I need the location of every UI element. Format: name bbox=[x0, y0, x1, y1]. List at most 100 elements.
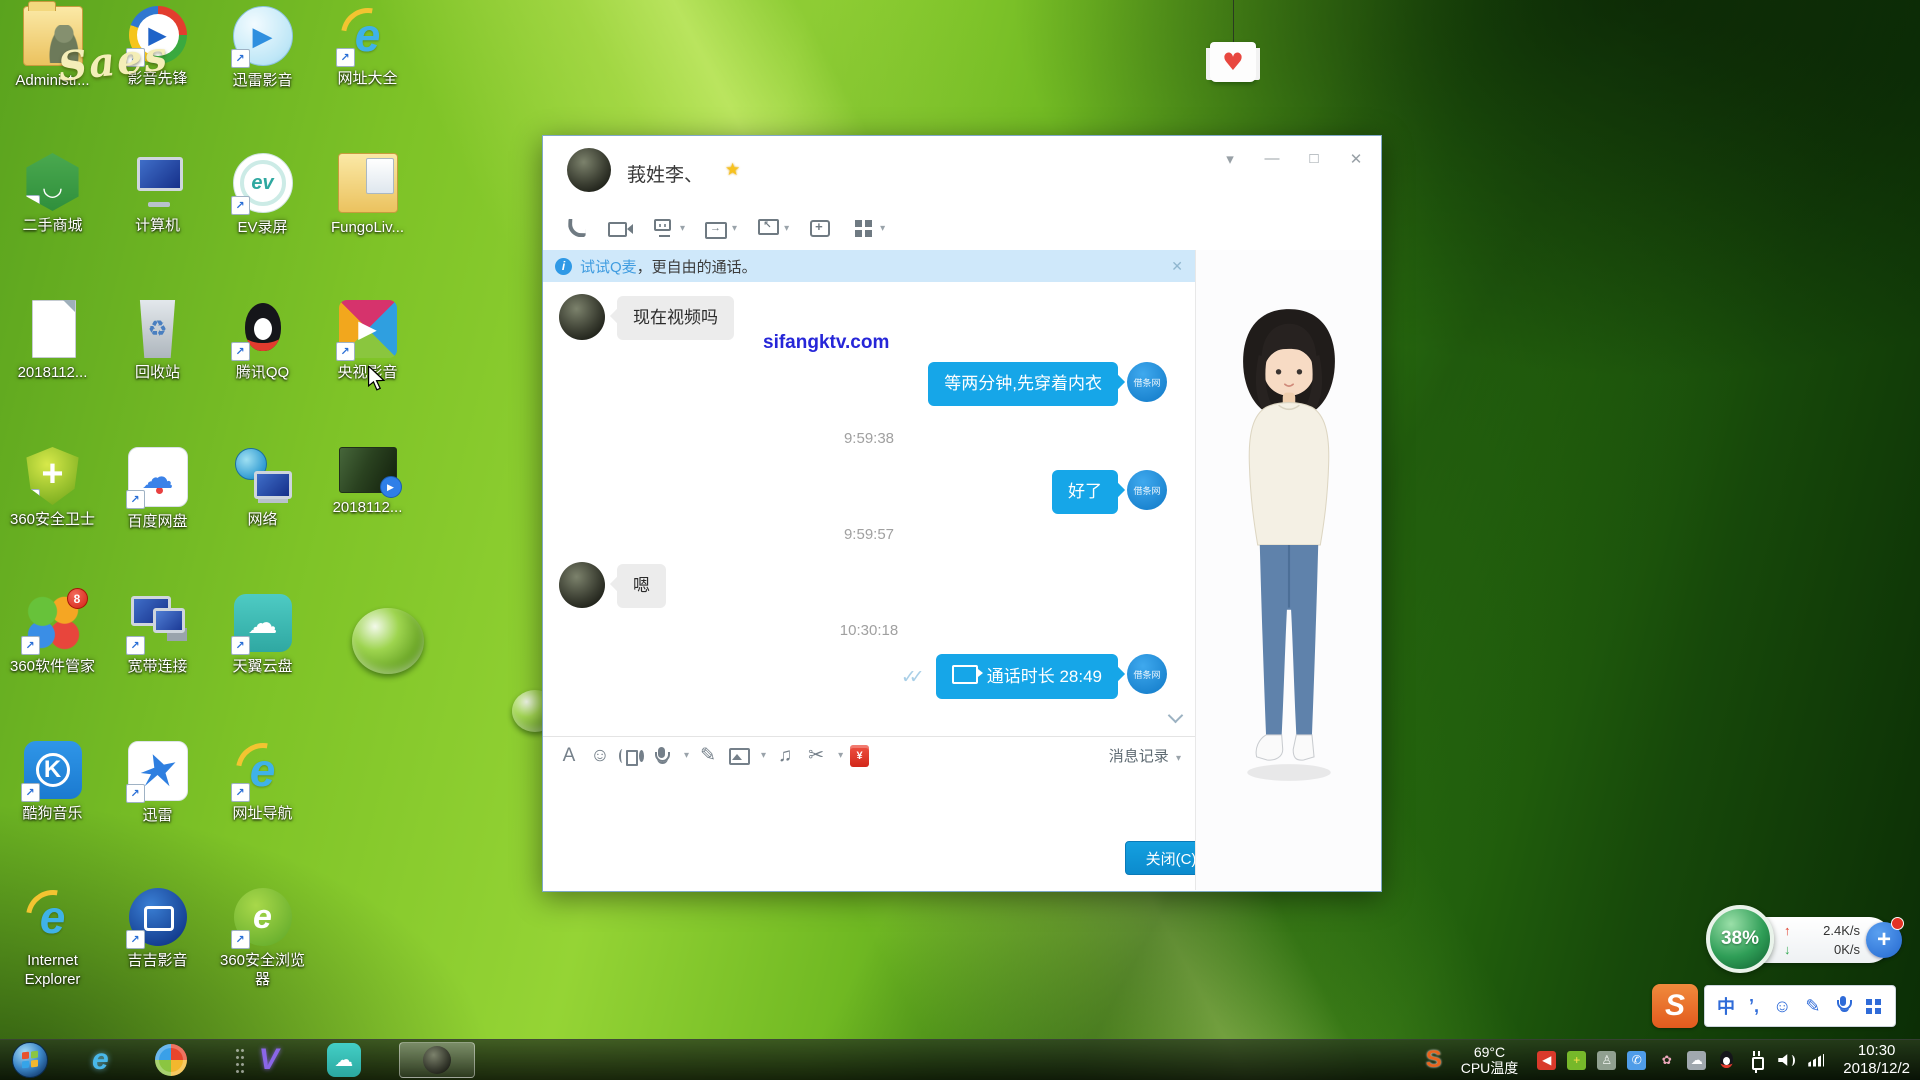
desktop-icon-internet-explorer[interactable]: eInternet Explorer bbox=[0, 882, 105, 1029]
doc-2018112-icon bbox=[24, 300, 82, 358]
desktop-icon-baidu-wangpan[interactable]: ☁↗百度网盘 bbox=[105, 441, 210, 588]
peer-avatar[interactable] bbox=[559, 562, 605, 608]
taskbar-clock[interactable]: 10:30 2018/12/2 bbox=[1843, 1042, 1910, 1078]
active-chat-task-button[interactable] bbox=[399, 1042, 475, 1078]
minimize-icon[interactable]: — bbox=[1263, 150, 1281, 168]
microphone-icon[interactable] bbox=[650, 744, 674, 768]
taskbar-sogou-icon[interactable] bbox=[155, 1044, 187, 1076]
chevron-down-icon[interactable]: ▾ bbox=[684, 750, 689, 761]
tray-qq-penguin-icon[interactable] bbox=[1717, 1051, 1736, 1070]
tray-cloud-camera-icon[interactable]: ☁ bbox=[1687, 1051, 1706, 1070]
desktop-icon-anquan-weishi-360[interactable]: +↗360安全卫士 bbox=[0, 441, 105, 588]
qmic-link[interactable]: 试试Q麦 bbox=[580, 256, 637, 277]
tray-volume-icon[interactable] bbox=[1777, 1051, 1796, 1070]
chevron-down-icon[interactable]: ▾ bbox=[761, 750, 766, 761]
download-speed: 0K/s bbox=[1834, 942, 1860, 957]
desktop-screen: Administr...▶↗影音先锋▶↗迅雷影音e↗网址大全◡↗二手商城计算机e… bbox=[0, 0, 1920, 1080]
desktop-icon-tengxun-qq[interactable]: ↗腾讯QQ bbox=[210, 294, 315, 441]
desktop-icon-video-2018112[interactable]: 2018112... bbox=[315, 441, 420, 588]
font-icon[interactable]: A bbox=[557, 744, 581, 768]
tray-user-icon[interactable]: ♙ bbox=[1597, 1051, 1616, 1070]
cpu-temperature[interactable]: 69°C CPU温度 bbox=[1461, 1044, 1519, 1076]
desktop-icon-ev-luping[interactable]: ev↗EV录屏 bbox=[210, 147, 315, 294]
360-float-ball[interactable]: ↑2.4K/s ↓0K/s + 38% bbox=[1706, 905, 1906, 975]
desktop-icon-tianyi-yunpan[interactable]: ☁↗天翼云盘 bbox=[210, 588, 315, 735]
scroll-down-icon[interactable] bbox=[1169, 710, 1181, 722]
sogou-logo-icon[interactable]: S bbox=[1652, 984, 1698, 1028]
tray-power-plug-icon[interactable] bbox=[1747, 1051, 1766, 1070]
desktop-icon-doc-2018112[interactable]: 2018112... bbox=[0, 294, 105, 441]
desktop-icon-ruanjian-guanjia-360[interactable]: ↗8360软件管家 bbox=[0, 588, 105, 735]
desktop-icon-wangluo[interactable]: 网络 bbox=[210, 441, 315, 588]
tshirt-gadget[interactable]: ♥ bbox=[1196, 0, 1286, 110]
message-history-area[interactable]: sifangktv.com 现在视频吗 等两分钟,先穿着内衣 借条网 9:59:… bbox=[543, 282, 1195, 736]
ime-mic-icon[interactable] bbox=[1835, 995, 1851, 1017]
anquan-weishi-360-icon: +↗ bbox=[24, 447, 82, 505]
self-avatar[interactable]: 借条网 bbox=[1127, 470, 1167, 510]
chevron-down-icon[interactable]: ▾ bbox=[784, 223, 789, 234]
red-packet-icon[interactable]: ¥ bbox=[850, 745, 869, 767]
desktop-icon-xunlei[interactable]: ↗迅雷 bbox=[105, 735, 210, 882]
start-button[interactable] bbox=[12, 1042, 48, 1078]
ime-emoji-icon[interactable]: ☺ bbox=[1773, 996, 1791, 1017]
maximize-icon[interactable]: □ bbox=[1305, 150, 1323, 168]
desktop-icon-huishouzhan[interactable]: ♻回收站 bbox=[105, 294, 210, 441]
desktop-icon-jiji-yingyin[interactable]: ↗吉吉影音 bbox=[105, 882, 210, 1029]
self-avatar[interactable]: 借条网 bbox=[1127, 654, 1167, 694]
chevron-down-icon[interactable]: ▾ bbox=[880, 223, 885, 234]
music-icon[interactable]: ♫ bbox=[773, 744, 797, 768]
tray-megaphone-icon[interactable]: ◀ bbox=[1537, 1051, 1556, 1070]
voice-call-icon[interactable] bbox=[563, 215, 589, 241]
qq-chat-window: 莪姓李、 ★ ▾ — □ ✕ ▾ ▾ ▾ ▾ i 试试Q麦 ，更自由的通话。 ✕ bbox=[542, 135, 1382, 892]
desktop-icon-liulanqi-360[interactable]: e↗360安全浏览器 bbox=[210, 882, 315, 1029]
icon-glyph: e bbox=[40, 890, 66, 944]
handwriting-icon[interactable]: ✎ bbox=[696, 744, 720, 768]
tianyi-yunpan-icon: ☁↗ bbox=[234, 594, 292, 652]
desktop-icon-label: 宽带连接 bbox=[127, 657, 187, 676]
video-call-icon[interactable] bbox=[607, 215, 633, 241]
screenshot-scissors-icon[interactable]: ✂ bbox=[804, 744, 828, 768]
desktop-icon-jisuanji[interactable]: 计算机 bbox=[105, 147, 210, 294]
contact-avatar[interactable] bbox=[567, 148, 611, 192]
huishouzhan-icon: ♻ bbox=[136, 300, 180, 358]
ime-chinese-mode[interactable]: 中 bbox=[1717, 993, 1735, 1019]
chevron-down-icon[interactable]: ▾ bbox=[732, 223, 737, 234]
taskbar-v-app-icon[interactable]: V bbox=[259, 1043, 279, 1077]
ime-pen-icon[interactable]: ✎ bbox=[1805, 996, 1820, 1017]
send-file-icon[interactable] bbox=[703, 215, 729, 241]
desktop-icon-fungoliv[interactable]: FungoLiv... bbox=[315, 147, 420, 294]
tray-sogou-icon[interactable]: S bbox=[1426, 1046, 1442, 1074]
message-history-button[interactable]: 消息记录 ▾ bbox=[1109, 745, 1181, 766]
desktop-icon-xunlei-yingyin[interactable]: ▶↗迅雷影音 bbox=[210, 0, 315, 147]
screen-share-icon[interactable] bbox=[651, 215, 677, 241]
peer-avatar[interactable] bbox=[559, 294, 605, 340]
emoji-icon[interactable]: ☺ bbox=[588, 744, 612, 768]
window-titlebar[interactable]: 莪姓李、 ★ ▾ — □ ✕ bbox=[543, 136, 1381, 206]
desktop-icon-ershou-shangcheng[interactable]: ◡↗二手商城 bbox=[0, 147, 105, 294]
chevron-down-icon[interactable]: ▾ bbox=[680, 223, 685, 234]
notice-close-icon[interactable]: ✕ bbox=[1171, 258, 1183, 275]
chevron-down-icon[interactable]: ▾ bbox=[838, 750, 843, 761]
tray-network-signal-icon[interactable] bbox=[1807, 1051, 1826, 1070]
tengxun-qq-icon: ↗ bbox=[234, 300, 292, 358]
close-icon[interactable]: ✕ bbox=[1347, 150, 1365, 168]
desktop-icon-wangzhi-daohang[interactable]: e↗网址导航 bbox=[210, 735, 315, 882]
ime-punctuation[interactable]: ’, bbox=[1749, 996, 1759, 1017]
desktop-icon-wangzhi-daquan[interactable]: e↗网址大全 bbox=[315, 0, 420, 147]
tray-shield-360-icon[interactable]: + bbox=[1567, 1051, 1586, 1070]
memory-percent-ball[interactable]: 38% bbox=[1706, 905, 1774, 973]
apps-grid-icon[interactable] bbox=[851, 215, 877, 241]
taskbar-ie-icon[interactable]: e bbox=[92, 1043, 109, 1077]
image-icon[interactable] bbox=[727, 744, 751, 768]
desktop-icon-kuandai-lianjie[interactable]: ↗宽带连接 bbox=[105, 588, 210, 735]
window-shake-icon[interactable] bbox=[619, 744, 643, 768]
tray-bluetool-icon[interactable]: ✆ bbox=[1627, 1051, 1646, 1070]
tray-flower-icon[interactable]: ✿ bbox=[1657, 1051, 1676, 1070]
desktop-icon-kugou-yinyue[interactable]: K↗酷狗音乐 bbox=[0, 735, 105, 882]
ime-toolbox-icon[interactable] bbox=[1865, 997, 1883, 1015]
taskbar-cloud-app-icon[interactable]: ☁ bbox=[327, 1043, 361, 1077]
create-group-icon[interactable] bbox=[807, 215, 833, 241]
remote-desktop-icon[interactable] bbox=[755, 215, 781, 241]
self-avatar[interactable]: 借条网 bbox=[1127, 362, 1167, 402]
window-menu-icon[interactable]: ▾ bbox=[1221, 150, 1239, 168]
